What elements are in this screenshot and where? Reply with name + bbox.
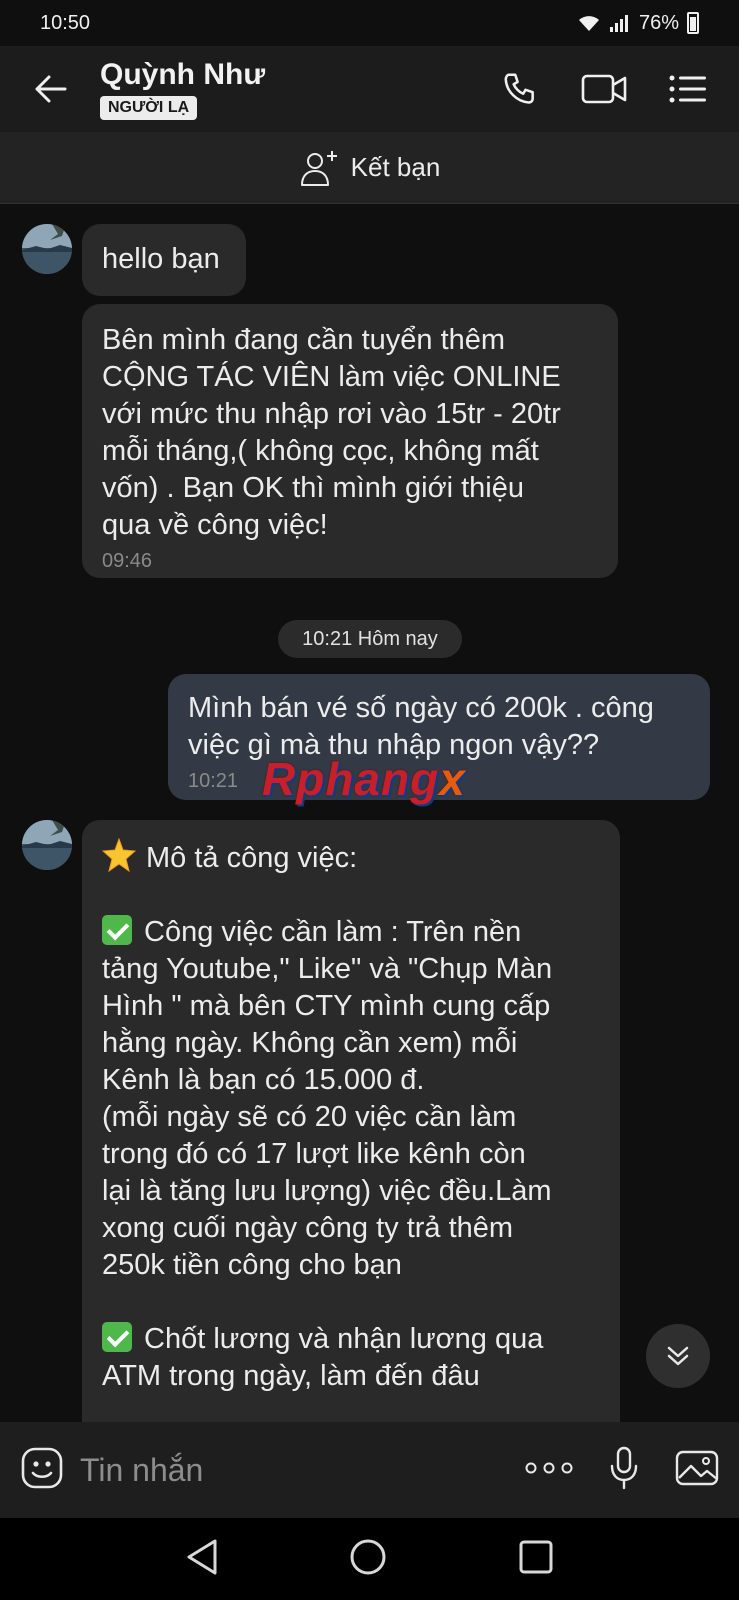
message-line: Hình " mà bên CTY mình cung cấp: [102, 990, 551, 1022]
message-composer: [0, 1422, 739, 1518]
job-description-title: Mô tả công việc:: [146, 842, 358, 874]
status-bar: 10:50 76%: [0, 0, 739, 46]
menu-button[interactable]: [663, 64, 713, 114]
message-text: hello bạn: [102, 243, 220, 275]
avatar-landscape-image: [22, 224, 72, 274]
watermark-logo: Rphangx: [262, 753, 466, 805]
arrow-left-icon: [35, 75, 67, 103]
message-list[interactable]: hello bạn Bên mình đang cần tuyển thêm C…: [0, 204, 739, 1422]
add-friend-label: Kết bạn: [350, 152, 441, 182]
list-menu-icon: [669, 75, 706, 103]
check-mark-icon: [102, 915, 132, 945]
nav-recents-button[interactable]: [518, 1539, 554, 1580]
battery-icon: [687, 12, 699, 34]
square-recents-icon: [519, 1540, 553, 1573]
chat-header: Quỳnh Như NGƯỜI LẠ: [0, 46, 739, 132]
message-time: 09:46: [102, 550, 153, 572]
video-call-button[interactable]: [579, 64, 629, 114]
message-line: CỘNG TÁC VIÊN làm việc ONLINE: [102, 361, 561, 393]
message-line: tảng Youtube," Like" và "Chụp Màn: [102, 953, 553, 985]
message-line: Mô tả công việc:: [102, 838, 600, 877]
voice-message-button[interactable]: [609, 1446, 639, 1495]
message-line: vốn) . Bạn OK thì mình giới thiệu: [102, 472, 525, 504]
message-input[interactable]: [80, 1451, 525, 1489]
video-camera-icon: [581, 74, 627, 104]
voice-call-button[interactable]: [495, 64, 545, 114]
battery-percent: 76%: [638, 11, 679, 34]
message-line: 250k tiền công cho bạn: [102, 1249, 402, 1281]
message-bubble[interactable]: hello bạn: [82, 224, 246, 296]
check-mark-icon: [102, 1322, 132, 1352]
send-image-button[interactable]: [675, 1448, 719, 1493]
back-button[interactable]: [0, 46, 100, 132]
message-bubble[interactable]: Mô tả công việc: Công việc cần làm : Trê…: [82, 820, 620, 1422]
wifi-icon: [578, 16, 599, 31]
system-navigation-bar: [0, 1518, 739, 1600]
contact-avatar[interactable]: [22, 224, 72, 274]
message-line: Bên mình đang cần tuyển thêm: [102, 324, 506, 356]
phone-icon: [504, 73, 534, 104]
message-line: xong cuối ngày công ty trả thêm: [102, 1212, 514, 1244]
status-icons: 76%: [577, 12, 699, 35]
composer-actions: [525, 1446, 719, 1495]
sticker-button[interactable]: [20, 1446, 64, 1495]
add-friend-button[interactable]: Kết bạn: [0, 132, 739, 204]
more-options-button[interactable]: [525, 1460, 573, 1481]
status-time: 10:50: [40, 11, 91, 34]
message-line: Công việc cần làm : Trên nền: [102, 914, 600, 951]
ellipsis-icon: [525, 1462, 573, 1473]
message-line: ATM trong ngày, làm đến đâu: [102, 1360, 480, 1392]
message-line: Chốt lương và nhận lương qua: [102, 1321, 600, 1358]
microphone-icon: [610, 1446, 638, 1489]
stranger-badge: NGƯỜI LẠ: [100, 96, 198, 120]
message-line: Mình bán vé số ngày có 200k . công: [188, 692, 654, 724]
message-line: hằng ngày. Không cần xem) mỗi: [102, 1027, 518, 1059]
signal-icon: [609, 15, 628, 32]
message-bubble[interactable]: Bên mình đang cần tuyển thêm CỘNG TÁC VI…: [82, 304, 618, 578]
scroll-to-bottom-button[interactable]: [646, 1324, 710, 1388]
message-line: mỗi tháng,( không cọc, không mất: [102, 435, 539, 467]
message-line: lại là tăng lưu lượng) việc đều.Làm: [102, 1175, 552, 1207]
contact-avatar[interactable]: [22, 820, 72, 870]
glowing-star-icon: [102, 838, 136, 872]
message-line: qua về công việc!: [102, 509, 328, 541]
nav-home-button[interactable]: [349, 1538, 387, 1581]
contact-name: Quỳnh Như: [100, 58, 266, 91]
double-chevron-down-icon: [667, 1346, 689, 1366]
add-user-icon: [300, 150, 337, 186]
header-actions: [495, 64, 739, 114]
nav-back-button[interactable]: [185, 1538, 219, 1581]
message-line: trong đó có 17 lượt like kênh còn: [102, 1138, 526, 1170]
avatar-landscape-image: [22, 820, 72, 870]
image-gallery-icon: [675, 1450, 719, 1485]
date-divider: 10:21 Hôm nay: [278, 620, 462, 658]
smiley-sticker-icon: [21, 1447, 63, 1488]
contact-title[interactable]: Quỳnh Như NGƯỜI LẠ: [100, 58, 495, 120]
circle-home-icon: [350, 1539, 386, 1574]
triangle-back-icon: [187, 1539, 217, 1574]
message-line: với mức thu nhập rơi vào 15tr - 20tr: [102, 398, 561, 430]
message-line: (mỗi ngày sẽ có 20 việc cần làm: [102, 1101, 517, 1133]
message-line: Kênh là bạn có 15.000 đ.: [102, 1064, 425, 1096]
